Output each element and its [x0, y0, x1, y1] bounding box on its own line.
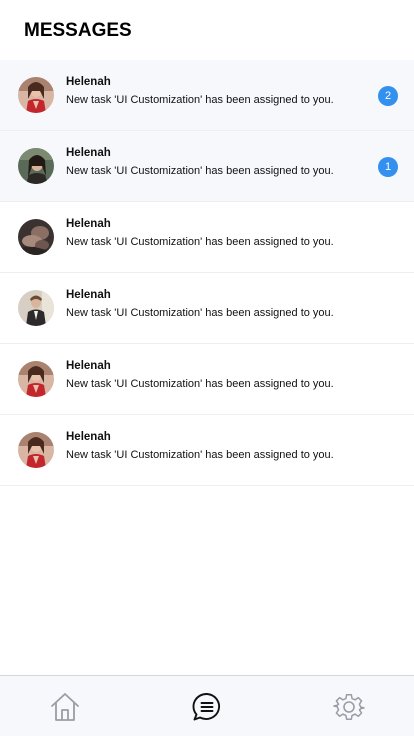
sender-name: Helenah: [66, 218, 111, 230]
sender-name: Helenah: [66, 431, 111, 443]
message-row[interactable]: Helenah New task 'UI Customization' has …: [0, 415, 414, 486]
message-row[interactable]: Helenah New task 'UI Customization' has …: [0, 202, 414, 273]
avatar: [18, 219, 54, 255]
message-row[interactable]: Helenah New task 'UI Customization' has …: [0, 344, 414, 415]
tab-messages[interactable]: [191, 691, 223, 723]
sender-name: Helenah: [66, 360, 111, 372]
avatar: [18, 290, 54, 326]
avatar: [18, 148, 54, 184]
message-preview: New task 'UI Customization' has been ass…: [66, 94, 334, 106]
avatar: [18, 77, 54, 113]
message-preview: New task 'UI Customization' has been ass…: [66, 165, 334, 177]
header: MESSAGES: [0, 0, 414, 60]
unread-count-badge: 2: [378, 86, 398, 106]
message-preview: New task 'UI Customization' has been ass…: [66, 449, 334, 461]
messages-screen: MESSAGES Helenah New task 'UI Customizat…: [0, 0, 414, 736]
message-preview: New task 'UI Customization' has been ass…: [66, 236, 334, 248]
sender-name: Helenah: [66, 289, 111, 301]
sender-name: Helenah: [66, 76, 111, 88]
avatar: [18, 432, 54, 468]
page-title: MESSAGES: [24, 20, 132, 41]
message-preview: New task 'UI Customization' has been ass…: [66, 378, 334, 390]
message-preview: New task 'UI Customization' has been ass…: [66, 307, 334, 319]
avatar: [18, 361, 54, 397]
gear-icon: [333, 694, 365, 720]
message-list: Helenah New task 'UI Customization' has …: [0, 60, 414, 486]
bottom-tab-bar: [0, 675, 414, 736]
unread-count-badge: 1: [378, 157, 398, 177]
message-row[interactable]: Helenah New task 'UI Customization' has …: [0, 131, 414, 202]
chat-icon: [192, 693, 221, 721]
tab-home[interactable]: [49, 691, 81, 723]
message-row[interactable]: Helenah New task 'UI Customization' has …: [0, 60, 414, 131]
sender-name: Helenah: [66, 147, 111, 159]
home-icon: [51, 693, 79, 721]
tab-settings[interactable]: [333, 691, 365, 723]
message-row[interactable]: Helenah New task 'UI Customization' has …: [0, 273, 414, 344]
